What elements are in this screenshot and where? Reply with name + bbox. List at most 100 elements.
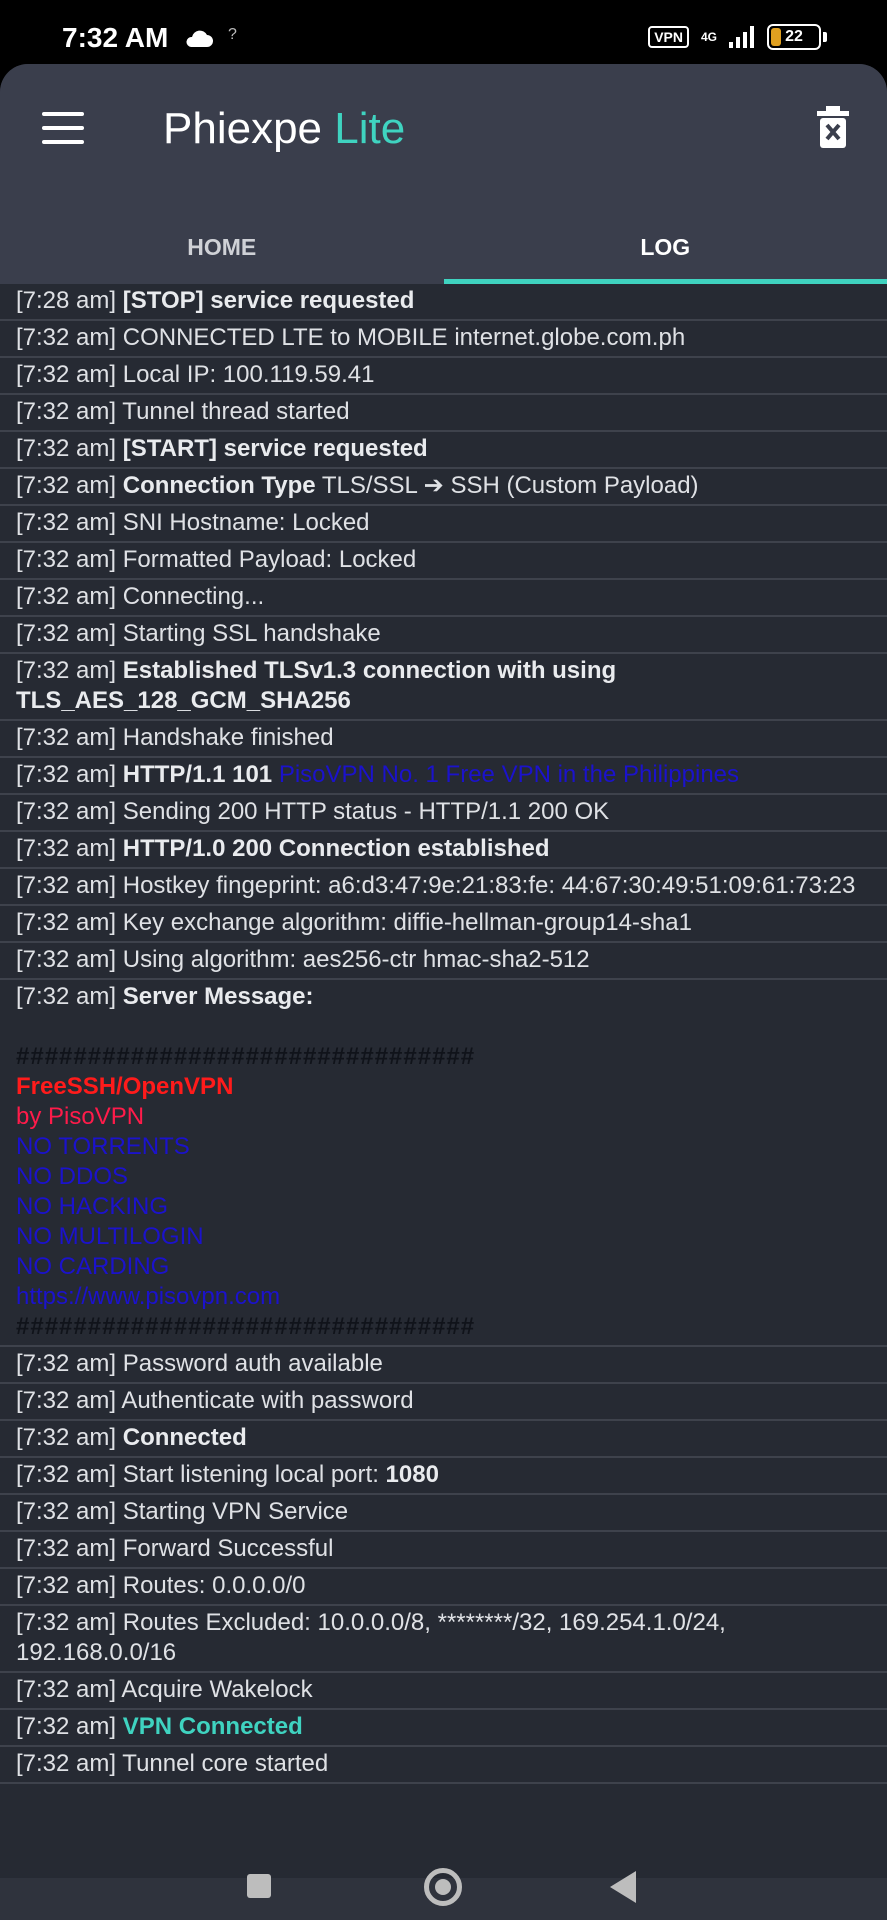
log-entry: [7:32 am] VPN Connected (0, 1710, 887, 1747)
server-message-divider-bottom: ################################ (16, 1313, 476, 1340)
log-time: [7:32 am] (16, 509, 117, 536)
log-time: [7:32 am] (16, 583, 117, 610)
log-text: Acquire Wakelock (121, 1676, 313, 1703)
server-message-rule: NO TORRENTS (16, 1133, 190, 1160)
log-text: Routes Excluded: 10.0.0.0/8, ********/32… (16, 1609, 726, 1666)
log-entry: [7:32 am] Connection Type TLS/SSL ➔ SSH … (0, 469, 887, 506)
log-bold: HTTP/1.0 200 Connection established (122, 835, 550, 862)
log-entry: [7:32 am] CONNECTED LTE to MOBILE intern… (0, 321, 887, 358)
log-time: [7:32 am] (16, 1609, 117, 1636)
log-time: [7:32 am] (16, 472, 117, 499)
log-time: [7:32 am] (16, 1713, 117, 1740)
log-entry: [7:32 am] Connecting... (0, 580, 887, 617)
home-button[interactable] (424, 1868, 462, 1906)
log-status-highlight: VPN Connected (122, 1713, 303, 1740)
log-entry: [7:32 am] Forward Successful (0, 1532, 887, 1569)
log-bold: Connection Type (122, 472, 316, 499)
tab-bar: HOME LOG (0, 214, 887, 284)
log-time: [7:32 am] (16, 435, 117, 462)
log-entry: [7:32 am] Formatted Payload: Locked (0, 543, 887, 580)
server-message: [7:32 am] Server Message: ##############… (0, 980, 887, 1347)
log-text: SNI Hostname: Locked (122, 509, 370, 536)
log-bold: Connected (122, 1424, 247, 1451)
log-time: [7:32 am] (16, 1572, 117, 1599)
log-text: Using algorithm: aes256-ctr hmac-sha2-51… (122, 946, 590, 973)
server-message-rule: NO CARDING (16, 1253, 170, 1280)
app-window: Phiexpe Lite HOME LOG [7:28 am] [STOP] s… (0, 64, 887, 1920)
status-time: 7:32 AM (62, 22, 169, 53)
log-entry: [7:32 am] Key exchange algorithm: diffie… (0, 906, 887, 943)
tab-log[interactable]: LOG (443, 214, 887, 284)
status-bar: 7:32 AM ? VPN 4G 22 (0, 0, 887, 66)
log-text: Key exchange algorithm: diffie-hellman-g… (122, 909, 692, 936)
log-text: Starting VPN Service (122, 1498, 349, 1525)
log-time: [7:32 am] (16, 1461, 117, 1488)
log-time: [7:32 am] (16, 1350, 117, 1377)
log-entry: [7:28 am] [STOP] service requested (0, 284, 887, 321)
log-entry: [7:32 am] Routes Excluded: 10.0.0.0/8, *… (0, 1606, 887, 1673)
log-entry: [7:32 am] Routes: 0.0.0.0/0 (0, 1569, 887, 1606)
cloud-icon (186, 30, 213, 47)
log-time: [7:28 am] (16, 287, 117, 314)
log-text: Sending 200 HTTP status - HTTP/1.1 200 O… (122, 798, 610, 825)
log-time: [7:32 am] (16, 761, 117, 788)
log-text: TLS/SSL ➔ SSH (Custom Payload) (321, 472, 699, 499)
network-type: 4G (700, 30, 717, 44)
server-message-rule: https://www.pisovpn.com (16, 1283, 281, 1310)
log-bold: [STOP] service requested (122, 287, 415, 314)
server-message-rule: NO DDOS (16, 1163, 129, 1190)
log-text: Password auth available (122, 1350, 383, 1377)
back-button[interactable] (610, 1871, 636, 1903)
log-time: [7:32 am] (16, 872, 117, 899)
log-time: [7:32 am] (16, 546, 117, 573)
log-time: [7:32 am] (16, 1387, 117, 1414)
log-text: Tunnel core started (122, 1750, 329, 1777)
log-entry: [7:32 am] SNI Hostname: Locked (0, 506, 887, 543)
log-entry: [7:32 am] HTTP/1.1 101 PisoVPN No. 1 Fre… (0, 758, 887, 795)
clear-log-icon[interactable] (817, 106, 849, 148)
log-entry: [7:32 am] Sending 200 HTTP status - HTTP… (0, 795, 887, 832)
log-entry: [7:32 am] [START] service requested (0, 432, 887, 469)
log-entry: [7:32 am] Acquire Wakelock (0, 1673, 887, 1710)
log-text: CONNECTED LTE to MOBILE internet.globe.c… (122, 324, 686, 351)
hamburger-icon (42, 112, 84, 116)
battery-level: 22 (785, 28, 803, 45)
no-signal-icon: ? (228, 26, 237, 43)
log-time: [7:32 am] (16, 835, 117, 862)
log-time: [7:32 am] (16, 1424, 117, 1451)
server-message-rule: NO MULTILOGIN (16, 1223, 204, 1250)
log-time: [7:32 am] (16, 798, 117, 825)
signal-icon (729, 26, 754, 48)
log-entry: [7:32 am] Hostkey fingeprint: a6:d3:47:9… (0, 869, 887, 906)
tab-home[interactable]: HOME (0, 214, 444, 284)
battery-icon: 22 (767, 24, 821, 50)
log-entry: [7:32 am] Handshake finished (0, 721, 887, 758)
log-entry: [7:32 am] Tunnel thread started (0, 395, 887, 432)
log-entry: [7:32 am] Starting VPN Service (0, 1495, 887, 1532)
recents-button[interactable] (247, 1874, 271, 1898)
log-entry: [7:32 am] Using algorithm: aes256-ctr hm… (0, 943, 887, 980)
log-time: [7:32 am] (16, 909, 117, 936)
log-blue-text: PisoVPN No. 1 Free VPN in the Philippine… (278, 761, 740, 788)
app-title: Phiexpe Lite (163, 104, 405, 154)
log-time: [7:32 am] (16, 657, 117, 684)
log-time: [7:32 am] (16, 724, 117, 751)
app-title-main: Phiexpe (163, 104, 323, 153)
server-message-title: FreeSSH/OpenVPN (16, 1073, 234, 1100)
server-message-rule: NO HACKING (16, 1193, 169, 1220)
menu-button[interactable] (42, 112, 84, 144)
log-list[interactable]: [7:28 am] [STOP] service requested [7:32… (0, 284, 887, 1878)
log-time: [7:32 am] (16, 324, 117, 351)
log-entry: [7:32 am] Connected (0, 1421, 887, 1458)
log-time: [7:32 am] (16, 1750, 117, 1777)
log-entry: [7:32 am] HTTP/1.0 200 Connection establ… (0, 832, 887, 869)
log-entry: [7:32 am] Start listening local port: 10… (0, 1458, 887, 1495)
server-message-byline: by PisoVPN (16, 1103, 145, 1130)
log-time: [7:32 am] (16, 1676, 117, 1703)
log-entry: [7:32 am] Local IP: 100.119.59.41 (0, 358, 887, 395)
log-text: Tunnel thread started (122, 398, 350, 425)
log-text: Connecting... (122, 583, 265, 610)
log-time: [7:32 am] (16, 361, 117, 388)
log-time: [7:32 am] (16, 1498, 117, 1525)
server-message-divider-top: ################################ (16, 1043, 476, 1070)
